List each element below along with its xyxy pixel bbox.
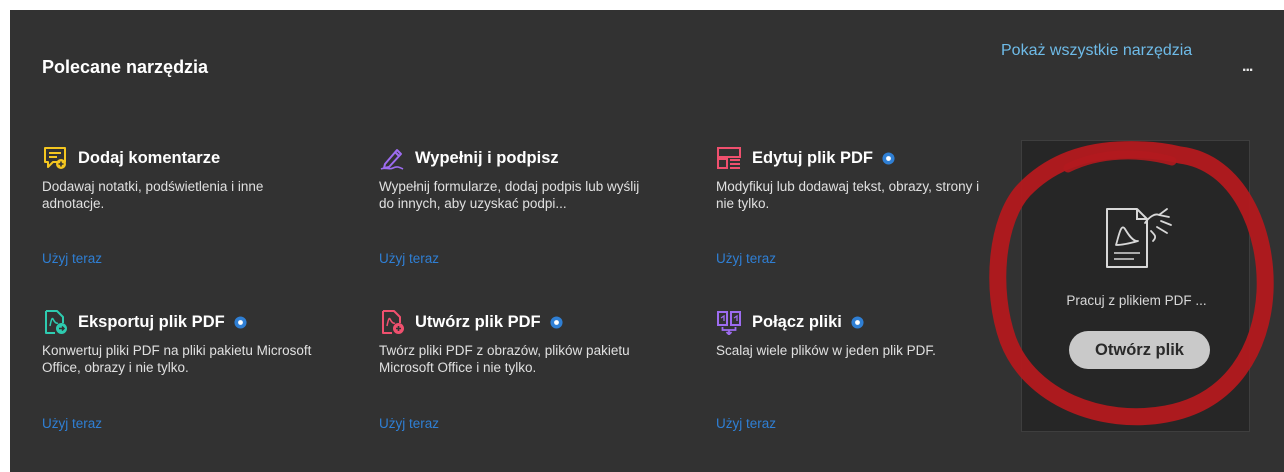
tool-title: Edytuj plik PDF	[752, 148, 874, 167]
tool-description: Konwertuj pliki PDF na pliki pakietu Mic…	[42, 343, 312, 375]
tool-description: Twórz pliki PDF z obrazów, plików pakiet…	[379, 343, 630, 375]
tool-description: Dodawaj notatki, podświetlenia i inne ad…	[42, 179, 264, 211]
use-now-link[interactable]: Użyj teraz	[42, 251, 102, 266]
premium-badge-icon	[851, 315, 864, 329]
create-pdf-icon	[382, 310, 404, 334]
recommended-tools-panel: Polecane narzędzia Pokaż wszystkie narzę…	[10, 10, 1284, 472]
premium-badge-icon	[882, 151, 895, 165]
tool-title: Eksportuj plik PDF	[78, 312, 225, 331]
show-all-tools-link[interactable]: Pokaż wszystkie narzędzia	[1001, 42, 1192, 60]
tool-description: Wypełnij formularze, dodaj podpis lub wy…	[379, 179, 640, 211]
open-file-card: Pracuj z plikiem PDF ... Otwórz plik	[1021, 140, 1250, 432]
combine-files-icon	[717, 311, 741, 335]
use-now-link[interactable]: Użyj teraz	[716, 416, 776, 431]
open-file-prompt: Pracuj z plikiem PDF ...	[1066, 293, 1207, 308]
fill-sign-icon	[380, 149, 404, 170]
tool-description: Scalaj wiele plików w jeden plik PDF.	[716, 343, 936, 358]
use-now-link[interactable]: Użyj teraz	[379, 251, 439, 266]
tool-card-edit-pdf[interactable]: Edytuj plik PDF Modyfikuj lub dodawaj te…	[716, 144, 1016, 266]
tool-card-combine-files[interactable]: Połącz pliki Scalaj wiele plików w jeden…	[716, 308, 1016, 431]
pdf-document-hand-icon	[1106, 208, 1172, 268]
tool-card-add-comments[interactable]: Dodaj komentarze Dodawaj notatki, podświ…	[42, 144, 342, 266]
use-now-link[interactable]: Użyj teraz	[379, 416, 439, 431]
tool-card-export-pdf[interactable]: Eksportuj plik PDF Konwertuj pliki PDF n…	[42, 308, 342, 431]
tool-title: Wypełnij i podpisz	[415, 148, 559, 167]
premium-badge-icon	[550, 315, 563, 329]
tool-card-create-pdf[interactable]: Utwórz plik PDF Twórz pliki PDF z obrazó…	[379, 308, 679, 431]
open-file-button[interactable]: Otwórz plik	[1069, 331, 1210, 369]
tool-title: Utwórz plik PDF	[415, 312, 541, 331]
more-options-icon[interactable]: ...	[1242, 58, 1253, 76]
premium-badge-icon	[234, 315, 247, 329]
comment-icon	[44, 147, 66, 169]
tool-card-fill-sign[interactable]: Wypełnij i podpisz Wypełnij formularze, …	[379, 144, 679, 267]
export-pdf-icon	[45, 310, 67, 334]
use-now-link[interactable]: Użyj teraz	[716, 251, 776, 266]
use-now-link[interactable]: Użyj teraz	[42, 416, 102, 431]
tool-description: Modyfikuj lub dodawaj tekst, obrazy, str…	[716, 179, 980, 211]
panel-title: Polecane narzędzia	[42, 57, 209, 77]
tool-title: Dodaj komentarze	[78, 148, 221, 167]
edit-pdf-icon	[717, 147, 741, 169]
tool-title: Połącz pliki	[752, 312, 842, 331]
